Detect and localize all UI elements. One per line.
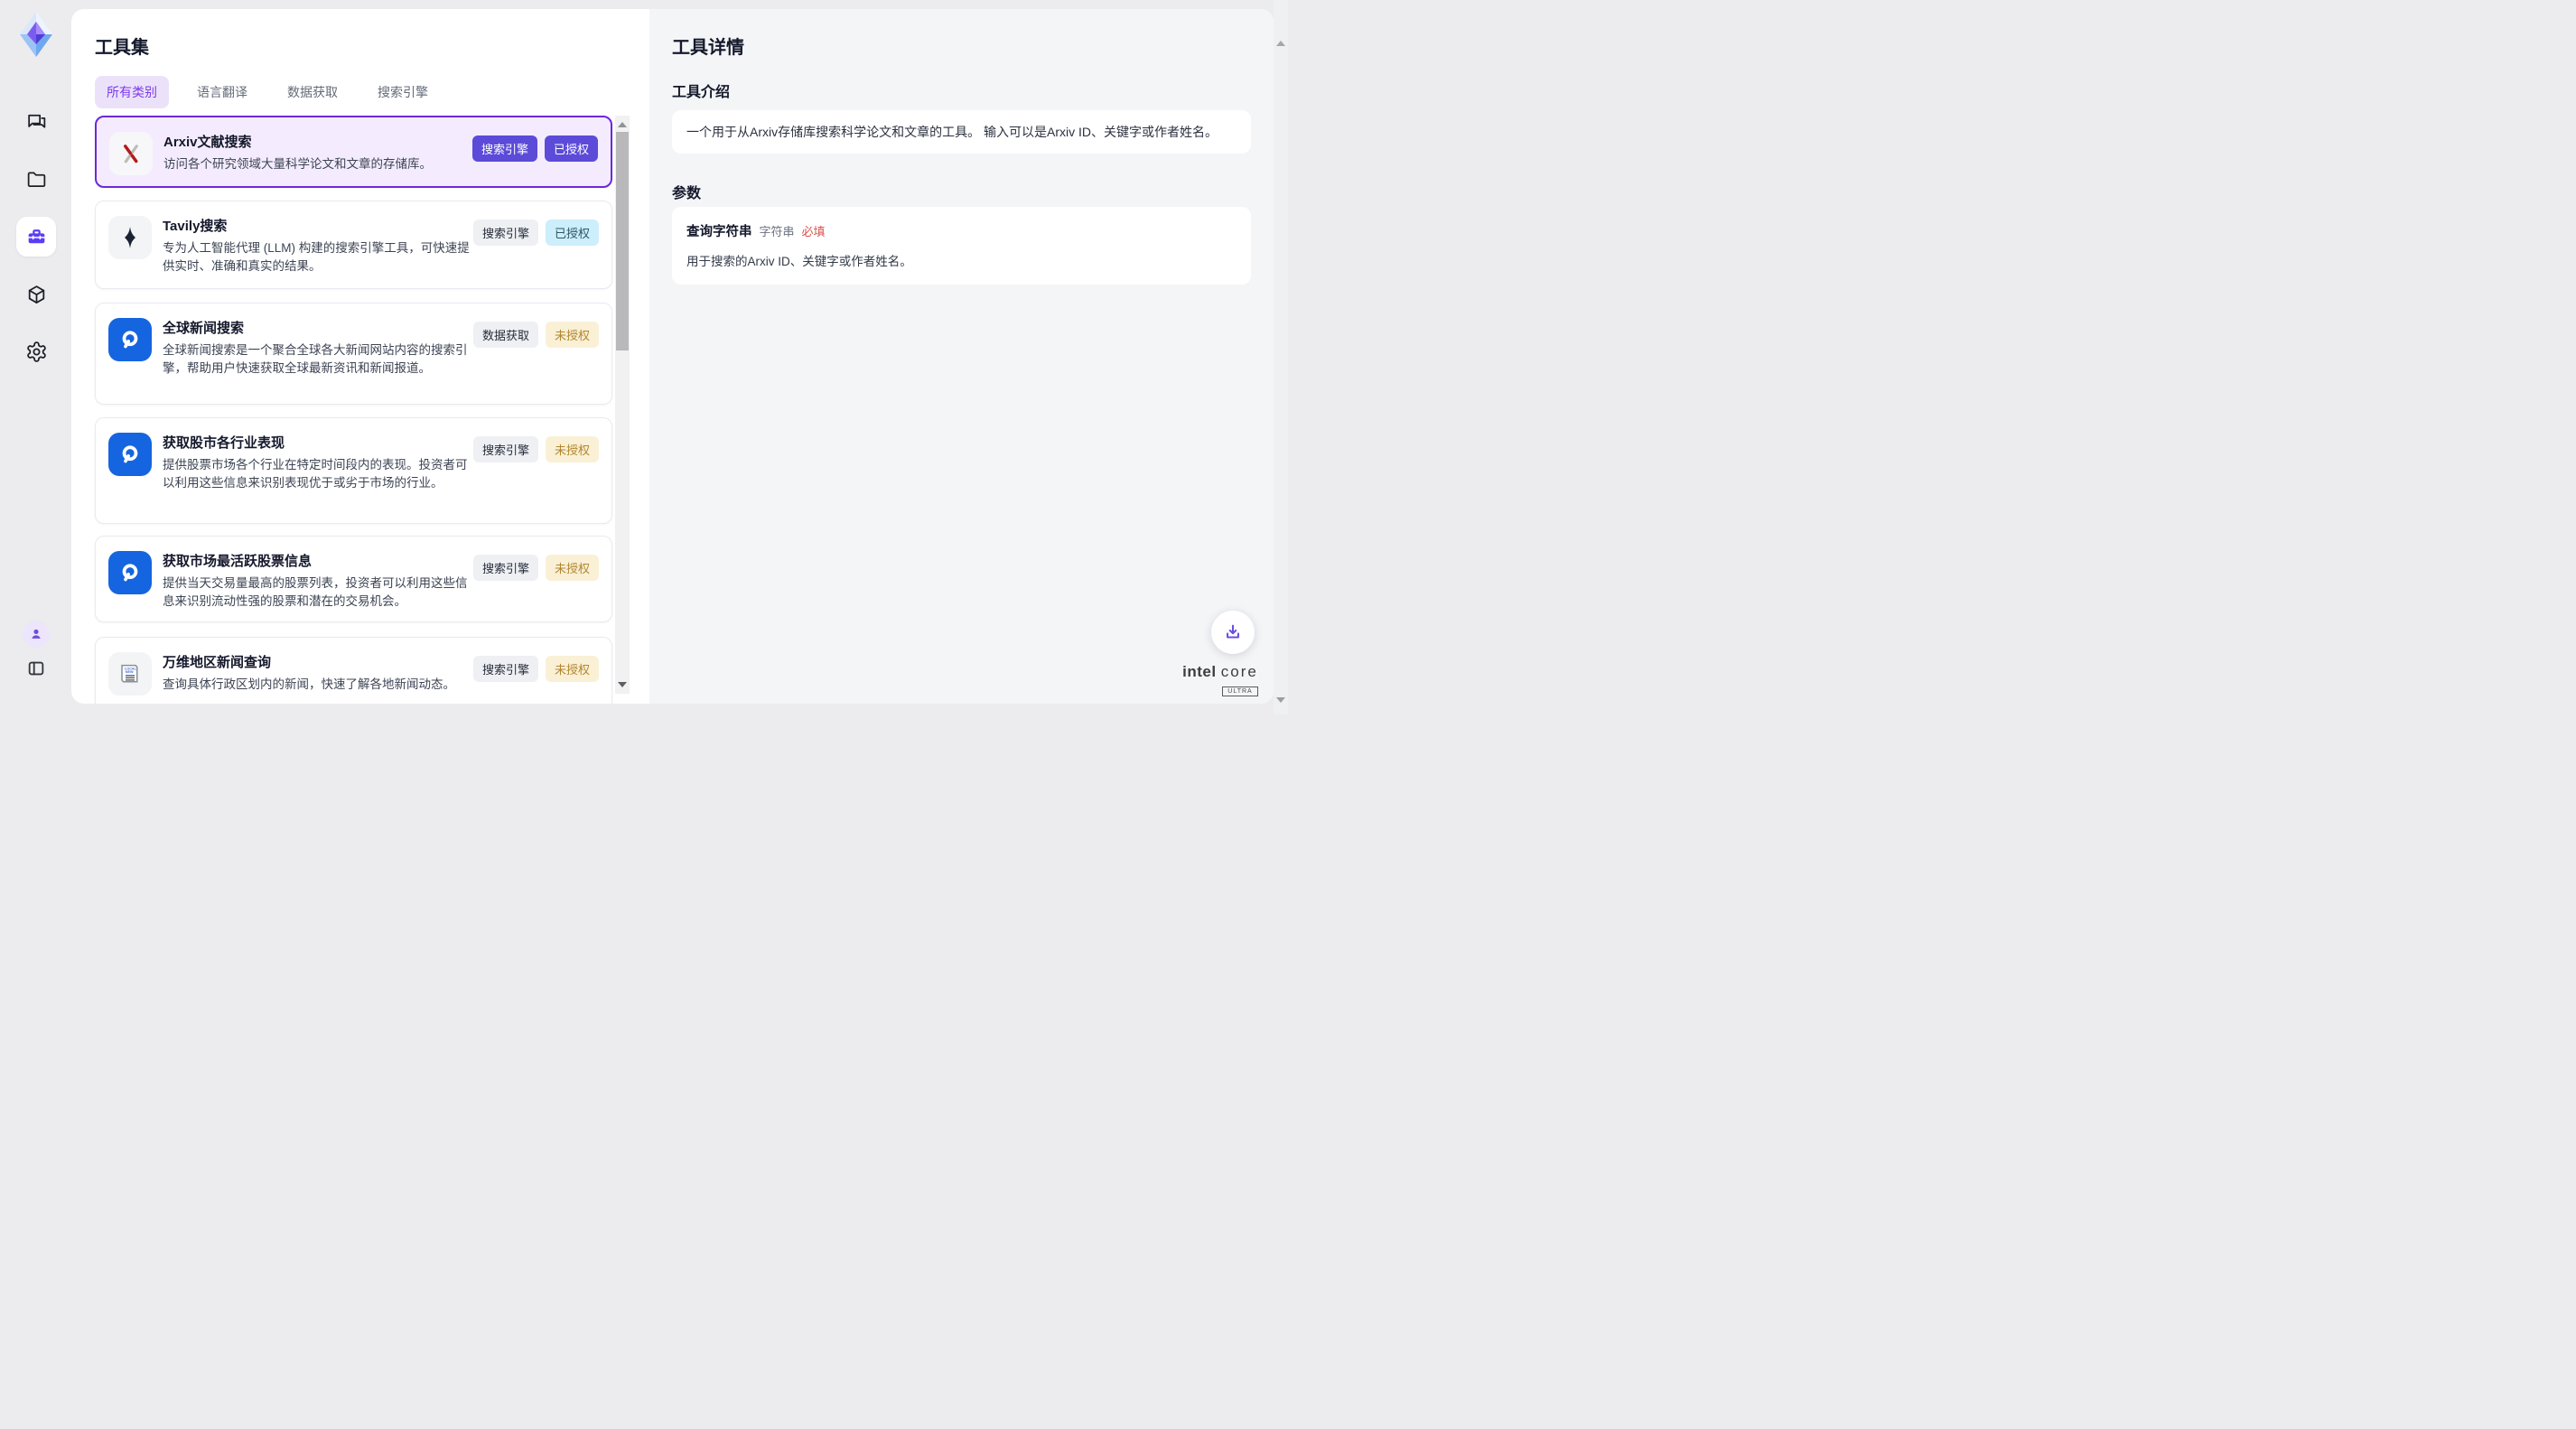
- tool-description: 提供股票市场各个行业在特定时间段内的表现。投资者可以利用这些信息来识别表现优于或…: [163, 456, 471, 492]
- auth-status-badge: 未授权: [546, 555, 599, 581]
- panel-toggle-icon: [26, 658, 46, 678]
- download-icon: [1223, 622, 1243, 642]
- tool-name: Tavily搜索: [163, 216, 227, 235]
- tool-card-arxiv[interactable]: Arxiv文献搜索 访问各个研究领域大量科学论文和文章的存储库。 搜索引擎 已授…: [95, 116, 612, 188]
- intel-core-logo: intel core ULTRA: [1175, 663, 1265, 697]
- sidebar-item-files[interactable]: [16, 159, 56, 199]
- news-q-logo-icon: [108, 551, 152, 594]
- core-wordmark: core: [1221, 663, 1258, 680]
- main-panel: 工具集 所有类别 语言翻译 数据获取 搜索引擎 Arxiv文献搜索 访问各个研究…: [71, 9, 1274, 704]
- arxiv-logo-icon: [109, 132, 153, 175]
- page-scroll-down-arrow-icon[interactable]: [1274, 693, 1288, 707]
- tool-card-sector-performance[interactable]: 获取股市各行业表现 提供股票市场各个行业在特定时间段内的表现。投资者可以利用这些…: [95, 417, 612, 524]
- param-name: 查询字符串: [686, 221, 752, 240]
- auth-status-badge: 未授权: [546, 322, 599, 348]
- sidebar-item-chat[interactable]: [16, 101, 56, 141]
- news-q-logo-icon: [108, 433, 152, 476]
- left-rail: [0, 0, 71, 714]
- app-logo-icon: [16, 11, 56, 58]
- page-scroll-up-arrow-icon[interactable]: [1274, 36, 1288, 51]
- tool-description: 访问各个研究领域大量科学论文和文章的存储库。: [163, 155, 472, 173]
- folder-icon: [25, 168, 48, 191]
- intro-card: 一个用于从Arxiv存储库搜索科学论文和文章的工具。 输入可以是Arxiv ID…: [672, 110, 1251, 154]
- tool-description: 提供当天交易量最高的股票列表，投资者可以利用这些信息来识别流动性强的股票和潜在的…: [163, 574, 471, 611]
- page-scrollbar[interactable]: [1274, 0, 1288, 714]
- intro-heading: 工具介绍: [672, 79, 730, 101]
- sparkle-logo-icon: [108, 216, 152, 259]
- details-title: 工具详情: [672, 33, 744, 59]
- ultra-badge: ULTRA: [1222, 686, 1257, 696]
- tool-name: Arxiv文献搜索: [163, 132, 252, 151]
- gear-icon: [25, 341, 48, 363]
- intro-text: 一个用于从Arxiv存储库搜索科学论文和文章的工具。 输入可以是Arxiv ID…: [686, 123, 1218, 141]
- scroll-up-arrow-icon[interactable]: [615, 117, 630, 132]
- tab-all-categories[interactable]: 所有类别: [95, 76, 169, 108]
- scrollbar-thumb[interactable]: [616, 132, 629, 350]
- download-button[interactable]: [1211, 611, 1255, 654]
- category-tabs: 所有类别 语言翻译 数据获取 搜索引擎: [95, 76, 440, 108]
- auth-status-badge: 已授权: [545, 135, 598, 162]
- cube-icon: [25, 284, 48, 306]
- param-description: 用于搜索的Arxiv ID、关键字或作者姓名。: [686, 251, 1237, 269]
- tool-card-local-news[interactable]: LOCAL NEW 万维地区新闻查询 查询具体行政区划内的新闻，快速了解各地新闻…: [95, 637, 612, 704]
- chat-icon: [25, 110, 48, 133]
- auth-status-badge: 未授权: [546, 436, 599, 462]
- toolbox-icon: [25, 226, 48, 248]
- tool-description: 全球新闻搜索是一个聚合全球各大新闻网站内容的搜索引擎，帮助用户快速获取全球最新资…: [163, 341, 471, 378]
- sidebar-item-models[interactable]: [16, 275, 56, 314]
- sidebar-item-tools[interactable]: [16, 217, 56, 257]
- person-icon: [28, 626, 44, 642]
- scroll-down-arrow-icon[interactable]: [615, 677, 630, 692]
- category-badge: 搜索引擎: [473, 219, 538, 246]
- svg-text:NEW: NEW: [126, 670, 134, 674]
- tool-list-scrollbar[interactable]: [615, 116, 630, 694]
- tool-name: 万维地区新闻查询: [163, 652, 271, 671]
- tab-data-fetch[interactable]: 数据获取: [275, 76, 350, 108]
- tool-name: 全球新闻搜索: [163, 318, 244, 337]
- tool-card-most-active-stocks[interactable]: 获取市场最活跃股票信息 提供当天交易量最高的股票列表，投资者可以利用这些信息来识…: [95, 536, 612, 622]
- tool-description: 查询具体行政区划内的新闻，快速了解各地新闻动态。: [163, 676, 471, 694]
- category-badge: 搜索引擎: [473, 436, 538, 462]
- sidebar-toggle-button[interactable]: [16, 652, 56, 685]
- tool-card-tavily[interactable]: Tavily搜索 专为人工智能代理 (LLM) 构建的搜索引擎工具，可快速提供实…: [95, 201, 612, 289]
- page-title: 工具集: [95, 33, 149, 59]
- tab-search-engine[interactable]: 搜索引擎: [366, 76, 440, 108]
- params-heading: 参数: [672, 181, 701, 202]
- category-badge: 搜索引擎: [473, 656, 538, 682]
- user-avatar[interactable]: [23, 621, 50, 648]
- auth-status-badge: 已授权: [546, 219, 599, 246]
- tool-card-global-news[interactable]: 全球新闻搜索 全球新闻搜索是一个聚合全球各大新闻网站内容的搜索引擎，帮助用户快速…: [95, 303, 612, 405]
- local-news-logo-icon: LOCAL NEW: [108, 652, 152, 696]
- intel-wordmark: intel: [1182, 663, 1216, 680]
- tool-name: 获取股市各行业表现: [163, 433, 285, 452]
- param-type: 字符串: [760, 222, 795, 239]
- auth-status-badge: 未授权: [546, 656, 599, 682]
- category-badge: 数据获取: [473, 322, 538, 348]
- category-badge: 搜索引擎: [472, 135, 537, 162]
- tool-name: 获取市场最活跃股票信息: [163, 551, 312, 570]
- tool-description: 专为人工智能代理 (LLM) 构建的搜索引擎工具，可快速提供实时、准确和真实的结…: [163, 239, 471, 276]
- category-badge: 搜索引擎: [473, 555, 538, 581]
- param-required-badge: 必填: [802, 222, 826, 239]
- news-q-logo-icon: [108, 318, 152, 361]
- tab-translation[interactable]: 语言翻译: [185, 76, 259, 108]
- sidebar-item-settings[interactable]: [16, 332, 56, 371]
- param-card: 查询字符串 字符串 必填 用于搜索的Arxiv ID、关键字或作者姓名。: [672, 207, 1251, 285]
